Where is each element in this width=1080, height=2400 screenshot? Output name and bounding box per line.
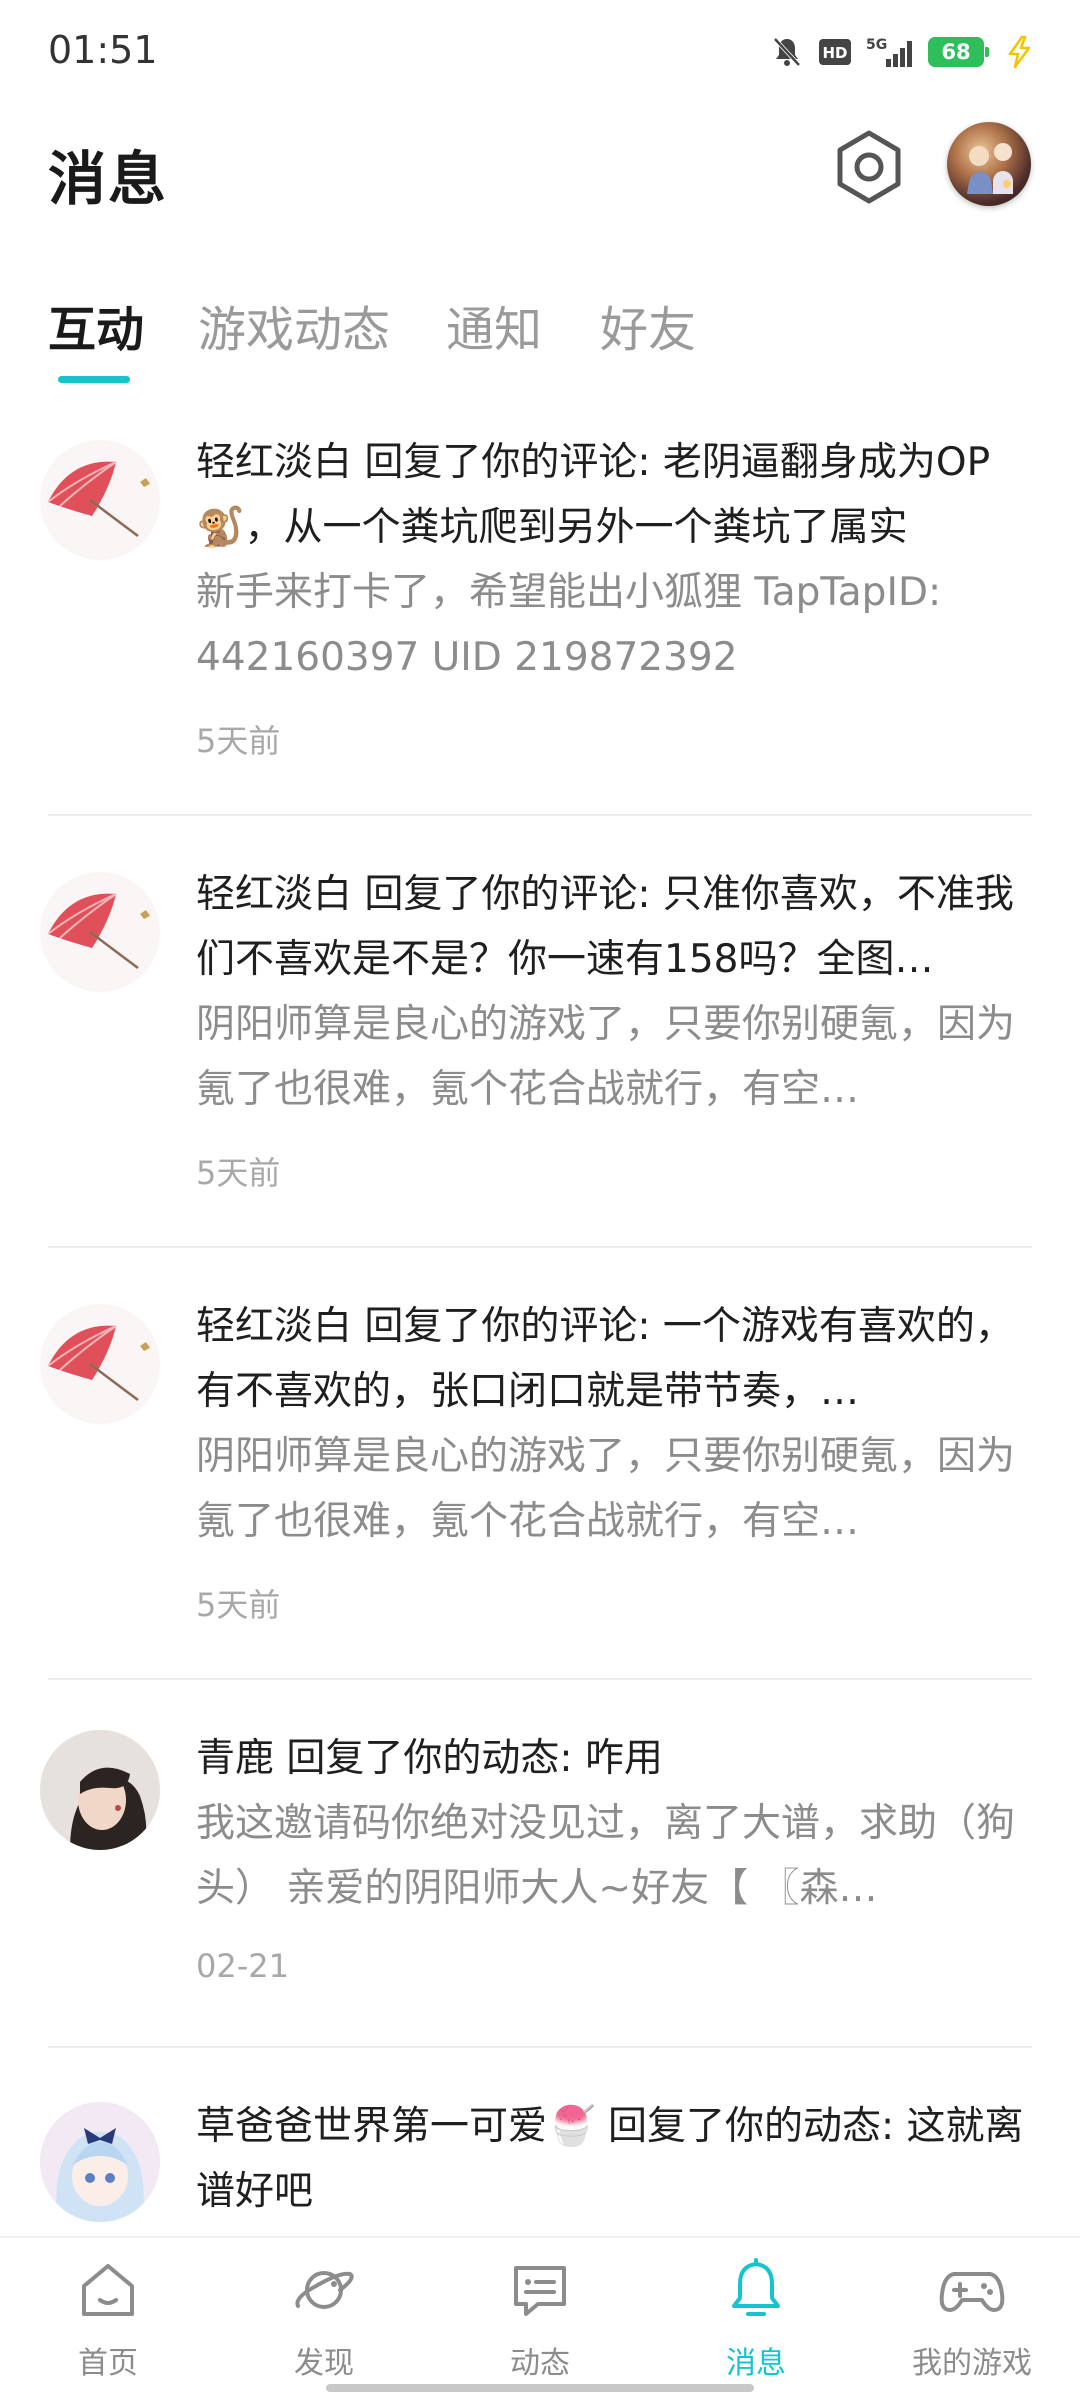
tab-interactions[interactable]: 互动 <box>48 290 144 360</box>
home-indicator[interactable] <box>326 2384 754 2392</box>
avatar[interactable] <box>40 2102 160 2222</box>
divider <box>48 1678 1032 1680</box>
tab-game-updates[interactable]: 游戏动态 <box>198 290 390 360</box>
message-tabs: 互动 游戏动态 通知 好友 <box>48 280 1048 390</box>
tab-notifications[interactable]: 通知 <box>446 290 542 360</box>
avatar[interactable] <box>40 1730 160 1850</box>
divider <box>48 814 1032 816</box>
nav-home-label: 首页 <box>78 2346 138 2381</box>
anime-girl-avatar-icon <box>40 2102 160 2222</box>
message-title: 青鹿 回复了你的动态: 咋用 <box>196 1736 663 1781</box>
bottom-nav: 首页 发现 动态 消息 我的游戏 <box>0 2236 1080 2400</box>
message-excerpt: 阴阳师算是良心的游戏了，只要你别硬氪，因为氪了也很难，氪个花合战就行，有空… <box>196 1002 1016 1112</box>
tab-friends[interactable]: 好友 <box>600 290 696 360</box>
status-bar: 01:51 HD 5G 68 <box>0 0 1080 100</box>
battery-icon: 68 <box>928 37 989 67</box>
nav-my-games[interactable]: 我的游戏 <box>864 2238 1080 2400</box>
message-content: 轻红淡白 回复了你的评论: 老阴逼翻身成为OP🐒，从一个粪坑爬到另外一个粪坑了属… <box>196 430 1032 762</box>
message-content: 青鹿 回复了你的动态: 咋用 我这邀请码你绝对没见过，离了大谱，求助（狗头） 亲… <box>196 1726 1032 1985</box>
status-time: 01:51 <box>48 28 158 72</box>
message-title: 轻红淡白 回复了你的评论: 一个游戏有喜欢的，有不喜欢的，张口闭口就是带节奏，… <box>196 1304 1014 1414</box>
umbrella-avatar-icon <box>40 1304 160 1424</box>
message-title: 草爸爸世界第一可爱🍧 回复了你的动态: 这就离谱好吧 <box>196 2104 1024 2214</box>
status-icons: HD 5G 68 <box>770 34 1034 70</box>
bell-icon <box>732 2258 780 2316</box>
message-title: 轻红淡白 回复了你的评论: 老阴逼翻身成为OP🐒，从一个粪坑爬到另外一个粪坑了属… <box>196 440 991 550</box>
nav-feed-label: 动态 <box>510 2346 570 2381</box>
message-time: 5天前 <box>196 1154 281 1192</box>
nav-my-games-label: 我的游戏 <box>912 2346 1032 2381</box>
divider <box>48 2046 1032 2048</box>
nav-discover[interactable]: 发现 <box>216 2238 432 2400</box>
umbrella-avatar-icon <box>40 440 160 560</box>
user-avatar-icon <box>967 143 1013 194</box>
message-time: 5天前 <box>196 722 281 760</box>
nav-discover-label: 发现 <box>294 2346 354 2381</box>
avatar[interactable] <box>40 440 160 560</box>
message-content: 轻红淡白 回复了你的评论: 一个游戏有喜欢的，有不喜欢的，张口闭口就是带节奏，…… <box>196 1294 1032 1626</box>
hd-icon: HD <box>818 37 852 67</box>
settings-button[interactable] <box>830 128 908 206</box>
nav-messages-label: 消息 <box>726 2346 786 2381</box>
header: 消息 <box>0 100 1080 240</box>
mute-bell-icon <box>770 35 804 69</box>
divider <box>48 1246 1032 1248</box>
message-excerpt: 我这邀请码你绝对没见过，离了大谱，求助（狗头） 亲爱的阴阳师大人~好友【 〖森… <box>196 1801 1016 1911</box>
active-tab-indicator <box>58 376 130 383</box>
message-excerpt: 新手来打卡了，希望能出小狐狸 TapTapID: 442160397 UID 2… <box>196 570 942 680</box>
planet-icon <box>295 2271 354 2309</box>
message-title: 轻红淡白 回复了你的评论: 只准你喜欢，不准我们不喜欢是不是？你一速有158吗？… <box>196 872 1014 982</box>
5g-signal-icon: 5G <box>866 35 914 69</box>
umbrella-avatar-icon <box>40 872 160 992</box>
chat-icon <box>514 2266 566 2316</box>
charging-icon <box>1004 35 1034 69</box>
nav-feed[interactable]: 动态 <box>432 2238 648 2400</box>
nav-home[interactable]: 首页 <box>0 2238 216 2400</box>
svg-text:HD: HD <box>822 44 847 62</box>
gear-icon <box>837 130 901 204</box>
gamepad-icon <box>939 2272 1005 2312</box>
portrait-avatar-icon <box>40 1730 160 1850</box>
page-title: 消息 <box>48 145 169 213</box>
message-content: 轻红淡白 回复了你的评论: 只准你喜欢，不准我们不喜欢是不是？你一速有158吗？… <box>196 862 1032 1194</box>
message-time: 5天前 <box>196 1586 281 1624</box>
avatar[interactable] <box>40 1304 160 1424</box>
message-content: 草爸爸世界第一可爱🍧 回复了你的动态: 这就离谱好吧 <box>196 2094 1032 2224</box>
avatar[interactable] <box>40 872 160 992</box>
message-time: 02-21 <box>196 1947 289 1985</box>
nav-messages[interactable]: 消息 <box>648 2238 864 2400</box>
svg-text:5G: 5G <box>866 37 887 53</box>
avatar[interactable] <box>947 122 1031 206</box>
home-icon <box>82 2264 134 2316</box>
message-excerpt: 阴阳师算是良心的游戏了，只要你别硬氪，因为氪了也很难，氪个花合战就行，有空… <box>196 1434 1016 1544</box>
